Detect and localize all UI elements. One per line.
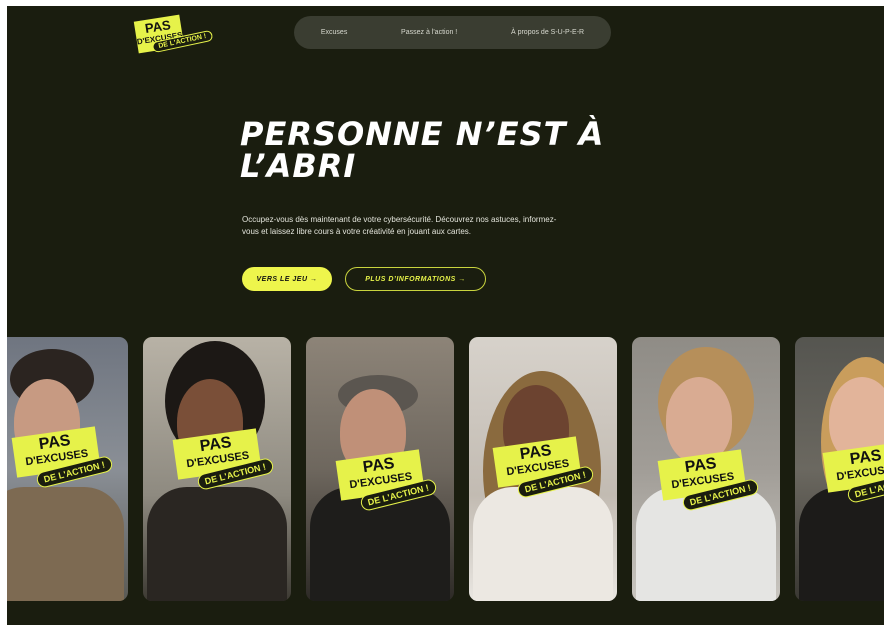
nav-item-action[interactable]: Passez à l'action ! xyxy=(401,29,457,36)
play-game-button[interactable]: VERS LE JEU → xyxy=(242,267,332,291)
portrait-card[interactable]: PASD'EXCUSES DE L'ACTION ! xyxy=(795,337,884,601)
site-logo[interactable]: PAS D'EXCUSES DE L'ACTION ! xyxy=(133,14,214,58)
portrait-card[interactable]: PASD'EXCUSES DE L'ACTION ! xyxy=(7,337,128,601)
nav-item-about[interactable]: À propos de S-U-P-E-R xyxy=(511,29,584,36)
portrait-carousel: PAS D'EXCUSES DE L'ACTION ! PAS D'EXCUSES … xyxy=(7,337,884,601)
website-viewport: PAS D'EXCUSES DE L'ACTION ! Excuses Pass… xyxy=(7,6,884,625)
hero-description: Occupez-vous dès maintenant de votre cyb… xyxy=(242,215,557,236)
portrait-card[interactable]: PASD'EXCUSES DE L'ACTION ! xyxy=(469,337,617,601)
nav-item-excuses[interactable]: Excuses xyxy=(321,29,347,36)
portrait-card[interactable]: PASD'EXCUSES DE L'ACTION ! xyxy=(306,337,454,601)
main-nav: Excuses Passez à l'action ! À propos de … xyxy=(294,16,611,49)
portrait-card[interactable]: PASD'EXCUSES DE L'ACTION ! xyxy=(143,337,291,601)
more-info-button[interactable]: PLUS D’INFORMATIONS → xyxy=(345,267,486,291)
hero-title: PERSONNE N’EST À L’ABRI xyxy=(240,115,605,185)
portrait-card[interactable]: PASD'EXCUSES DE L'ACTION ! xyxy=(632,337,780,601)
